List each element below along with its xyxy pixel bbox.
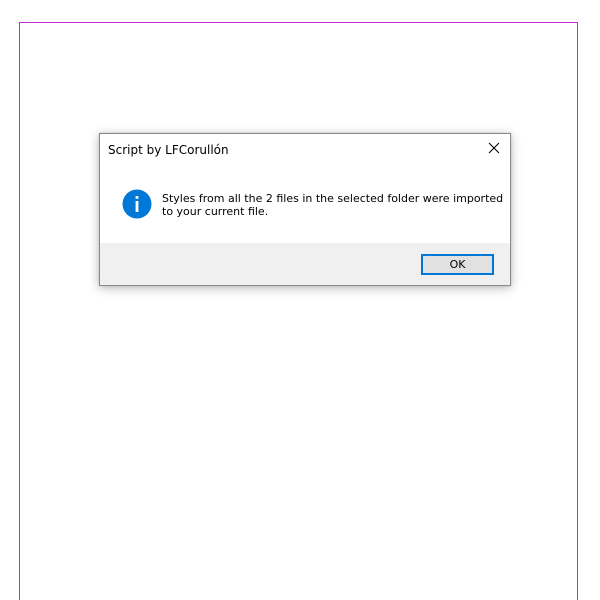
message-dialog: Script by LFCorullón Styles from all the… xyxy=(99,133,511,286)
dialog-title: Script by LFCorullón xyxy=(108,143,229,157)
message-line-2: to your current file. xyxy=(162,205,269,218)
close-button[interactable] xyxy=(478,134,510,164)
close-icon xyxy=(488,142,500,154)
message-line-1: Styles from all the 2 files in the selec… xyxy=(162,192,504,205)
ok-button[interactable]: OK xyxy=(421,254,494,275)
dialog-message: Styles from all the 2 files in the selec… xyxy=(162,192,504,218)
dialog-footer: OK xyxy=(100,243,510,285)
document-canvas: Script by LFCorullón Styles from all the… xyxy=(0,0,600,600)
dialog-body: Styles from all the 2 files in the selec… xyxy=(100,166,510,243)
dialog-titlebar[interactable]: Script by LFCorullón xyxy=(100,134,510,166)
info-icon xyxy=(122,189,152,219)
document-page xyxy=(19,22,578,600)
